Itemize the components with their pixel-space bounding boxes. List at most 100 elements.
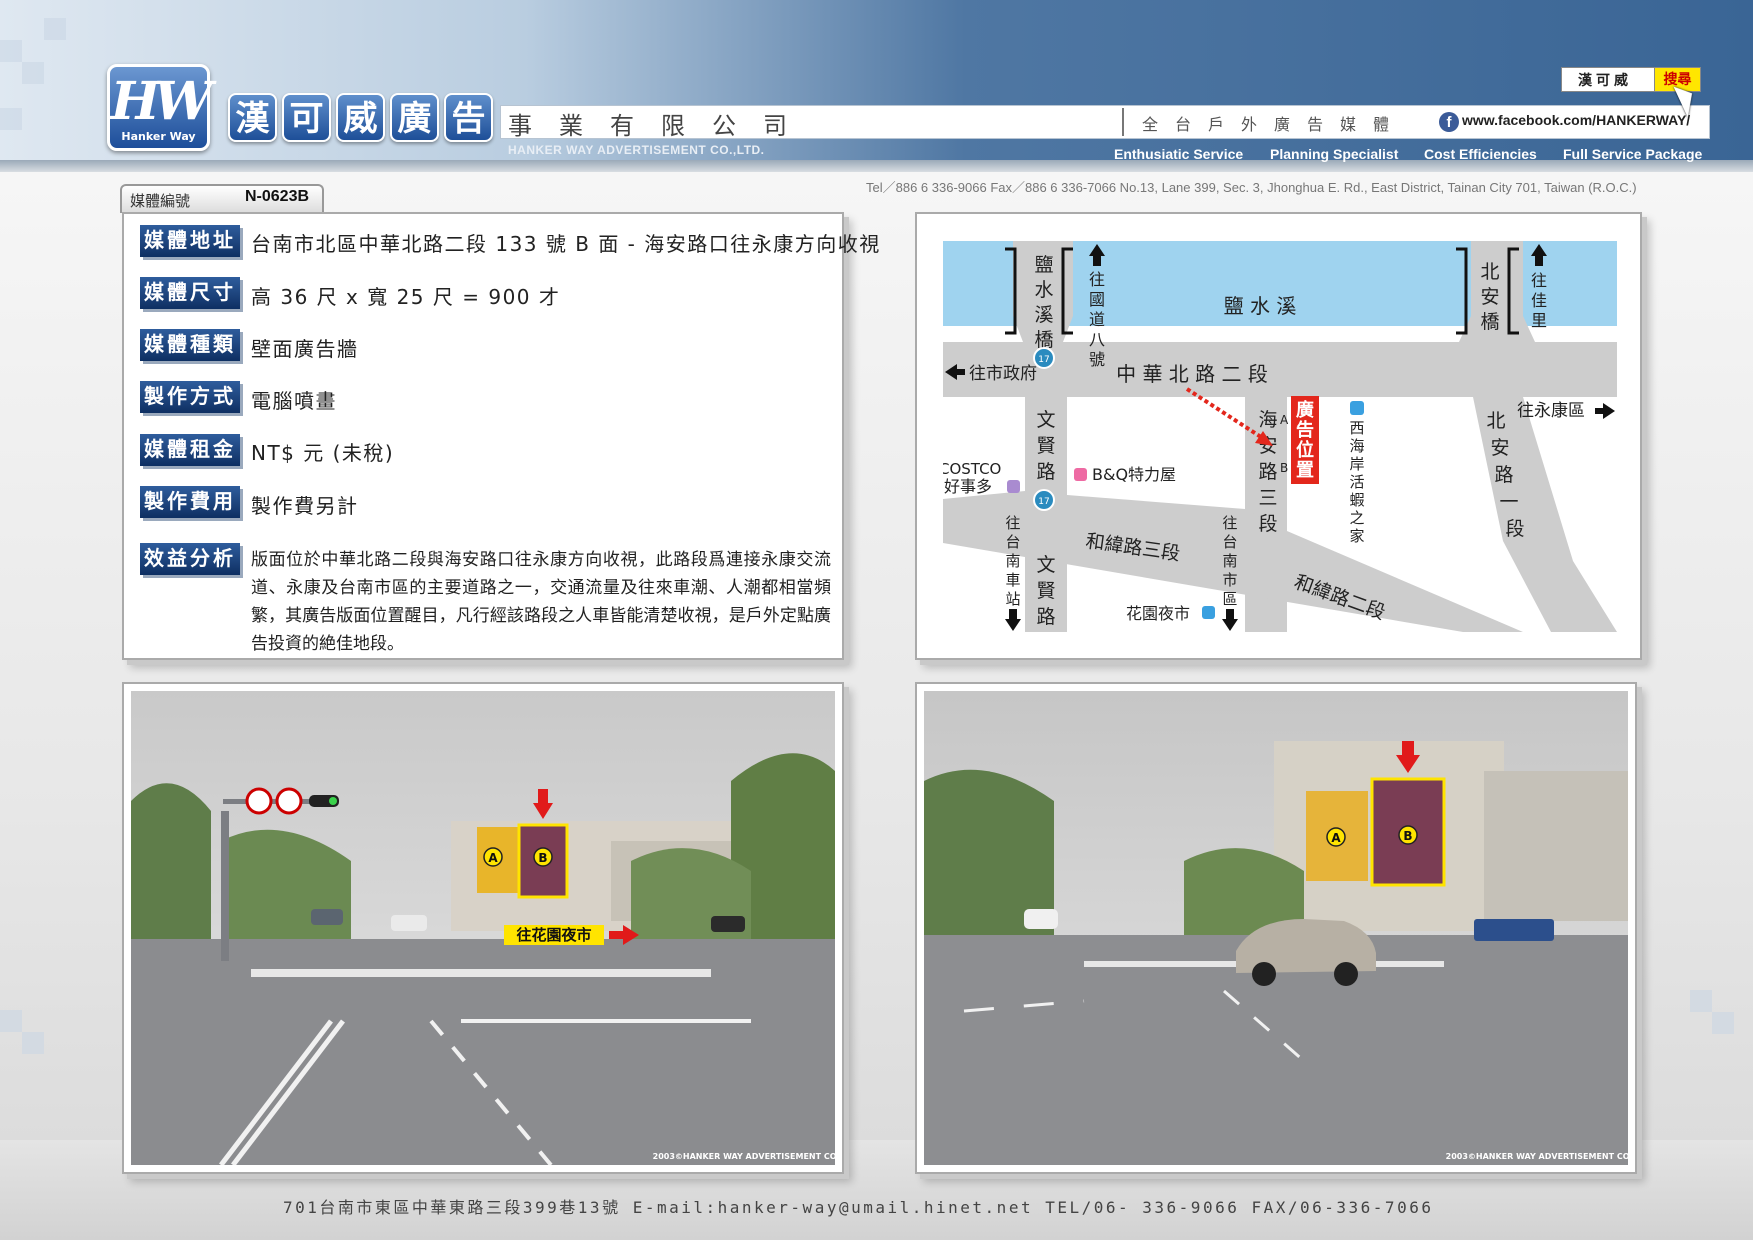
bridge-right-char: 北 xyxy=(1480,261,1499,283)
costco-cn-label: 好事多 xyxy=(944,477,992,496)
station-char: 南 xyxy=(1005,552,1020,570)
decor-square xyxy=(44,18,66,40)
market-char: 南 xyxy=(1222,552,1237,570)
river-label: 鹽 水 溪 xyxy=(1224,294,1297,318)
car xyxy=(391,915,427,931)
company-name-char: 漢 xyxy=(228,93,277,142)
decor-square xyxy=(1712,1012,1734,1034)
beian-char: 段 xyxy=(1505,518,1524,540)
info-label-cost: 製作費用 xyxy=(140,486,240,518)
tree xyxy=(131,783,211,951)
station-char: 車 xyxy=(1005,571,1020,589)
info-value-type: 壁面廣告牆 xyxy=(251,337,359,361)
costco-en-label: COSTCO xyxy=(943,460,1001,478)
haian-char: 段 xyxy=(1258,513,1277,535)
jiali-char: 往 xyxy=(1531,271,1547,290)
slogan: Full Service Package xyxy=(1563,146,1703,162)
street-photo-2: A B 2003©HANKER WAY ADVERTISEMENT CO.,LT… xyxy=(915,682,1637,1174)
info-label-production: 製作方式 xyxy=(140,381,240,413)
seafood-char: 之 xyxy=(1349,509,1364,527)
photo-copyright: 2003©HANKER WAY ADVERTISEMENT CO.,LTD. xyxy=(1446,1152,1628,1161)
market-char: 往 xyxy=(1222,514,1237,532)
contact-line: Tel／886 6 336-9066 Fax／886 6 336-7066 No… xyxy=(866,180,1637,195)
bridge-left-char: 水 xyxy=(1034,279,1053,301)
to-city-hall-label: 往市政府 xyxy=(969,364,1037,384)
slogan: Enthusiatic Service xyxy=(1114,146,1244,162)
seafood-char: 西 xyxy=(1349,419,1364,437)
info-value-address: 台南市北區中華北路二段 133 號 B 面 - 海安路口往永康方向收視 xyxy=(251,232,881,256)
ad-position-char: 廣 xyxy=(1296,399,1314,421)
seafood-char: 家 xyxy=(1349,527,1364,545)
info-value-rent: NT$ 元 (未稅) xyxy=(251,441,395,465)
company-english-name: HANKER WAY ADVERTISEMENT CO.,LTD. xyxy=(508,143,765,157)
bq-poi-icon xyxy=(1074,468,1087,481)
seafood-char: 活 xyxy=(1349,473,1364,491)
info-value-cost: 製作費另計 xyxy=(251,494,359,518)
wenxian-char: 賢 xyxy=(1036,580,1055,602)
truck xyxy=(1474,919,1554,941)
info-label-size: 媒體尺寸 xyxy=(140,277,240,309)
highway8-char: 往 xyxy=(1089,270,1105,289)
bq-label: B&Q特力屋 xyxy=(1092,465,1176,484)
haian-char: 路 xyxy=(1258,461,1277,483)
traffic-pole xyxy=(221,811,229,961)
company-name-char: 告 xyxy=(444,93,493,142)
marker-a-label: A xyxy=(1331,831,1341,845)
media-id-label: 媒體編號 xyxy=(130,192,191,210)
seafood-poi-icon xyxy=(1350,401,1364,415)
company-name-char: 威 xyxy=(336,93,385,142)
info-label-address: 媒體地址 xyxy=(140,225,240,257)
ad-position-char: 位 xyxy=(1296,439,1314,461)
wenxian-char: 賢 xyxy=(1036,435,1055,457)
beian-char: 安 xyxy=(1490,437,1509,459)
search-query[interactable]: 漢可威 xyxy=(1578,70,1632,90)
costco-poi-icon xyxy=(1007,480,1020,493)
street-photo-2-image: A B 2003©HANKER WAY ADVERTISEMENT CO.,LT… xyxy=(924,691,1628,1165)
logo-subtitle: Hanker Way xyxy=(121,130,196,143)
route-17-label: 17 xyxy=(1038,355,1049,365)
market-char: 區 xyxy=(1222,590,1237,608)
seafood-char: 岸 xyxy=(1349,455,1364,473)
wenxian-char: 路 xyxy=(1036,606,1055,628)
marker-b-label: B xyxy=(538,851,547,865)
no-turn-sign-icon xyxy=(275,787,303,815)
night-market-poi-icon xyxy=(1202,606,1215,619)
decor-square xyxy=(0,1010,22,1032)
info-value-size: 高 36 尺 x 寬 25 尺 = 900 才 xyxy=(251,285,561,309)
ad-position-char: 置 xyxy=(1296,460,1314,481)
company-logo[interactable]: HW Hanker Way xyxy=(107,64,212,151)
slogan: Cost Efficiencies xyxy=(1424,146,1537,162)
bridge-right-char: 安 xyxy=(1480,286,1499,308)
marker-b-label: B xyxy=(1403,829,1412,843)
marker-b-label: B xyxy=(1280,461,1288,475)
marker-a-label: A xyxy=(1280,413,1289,427)
media-id-value: N-0623B xyxy=(245,188,310,205)
photo-copyright: 2003©HANKER WAY ADVERTISEMENT CO.,LTD. xyxy=(653,1152,835,1161)
company-suffix: 事業有限公司 xyxy=(508,112,814,140)
bridge-left-char: 鹽 xyxy=(1034,254,1053,276)
decor-square xyxy=(22,62,44,84)
footer-contact: 701台南市東區中華東路三段399巷13號 E-mail:hanker-way@… xyxy=(283,1198,1434,1217)
station-char: 往 xyxy=(1005,514,1020,532)
car xyxy=(1024,909,1058,929)
car xyxy=(711,916,745,932)
station-char: 台 xyxy=(1005,533,1020,551)
bridge-left-char: 溪 xyxy=(1034,304,1053,326)
info-label-type: 媒體種類 xyxy=(140,329,240,361)
highway8-char: 國 xyxy=(1089,290,1105,309)
night-market-label: 花園夜市 xyxy=(1126,604,1190,623)
decor-square xyxy=(0,108,22,130)
jiali-char: 里 xyxy=(1531,311,1547,330)
marker-a-label: A xyxy=(488,851,498,865)
benefit-text: 版面位於中華北路二段與海安路口往永康方向收視，此路段爲連接永康交流道、永康及台南… xyxy=(251,550,831,654)
seafood-char: 蝦 xyxy=(1349,491,1364,509)
location-map: 鹽 水 溪 鹽 水 溪 橋 北 安 橋 往 國 道 八 號 往 佳 里 17 1… xyxy=(943,241,1617,632)
facebook-icon[interactable]: f xyxy=(1439,112,1459,132)
highway8-char: 道 xyxy=(1089,310,1105,329)
route-17-label: 17 xyxy=(1038,497,1049,507)
to-yongkang-label: 往永康區 xyxy=(1517,401,1585,421)
market-char: 台 xyxy=(1222,533,1237,551)
facebook-link[interactable]: www.facebook.com/HANKERWAY/ xyxy=(1462,112,1690,128)
slogan: Planning Specialist xyxy=(1270,146,1399,162)
street-photo-1: A B 往花園夜市 2003©HANKER WAY ADVERTISEMENT … xyxy=(122,682,844,1174)
